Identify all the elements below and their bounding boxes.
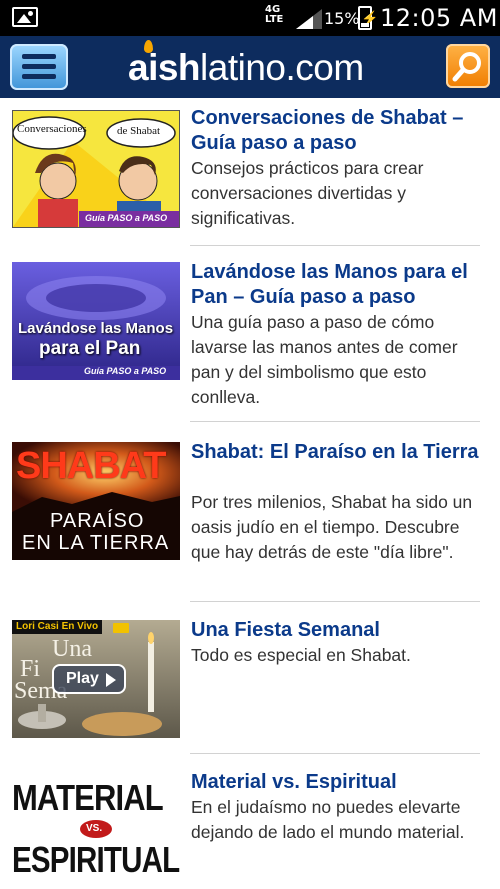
article-title[interactable]: Una Fiesta Semanal: [191, 618, 491, 643]
article-description: Por tres milenios, Shabat ha sido un oas…: [191, 492, 473, 562]
play-icon: [106, 673, 116, 687]
thumb-banner: Guía PASO a PASO: [84, 366, 167, 376]
thumb-bubble-text: de Shabat: [117, 125, 161, 137]
list-item[interactable]: MATERIAL VS. ESPIRITUAL Material vs. Esp…: [0, 754, 500, 889]
article-description: Todo es especial en Shabat.: [191, 645, 411, 665]
battery-charging-icon: ⚡: [358, 6, 378, 30]
thumb-text: EN LA TIERRA: [22, 532, 170, 554]
image-notification-icon: [12, 7, 38, 27]
article-title[interactable]: Conversaciones de Shabat – Guía paso a p…: [191, 106, 491, 156]
logo-bold: aish: [128, 47, 201, 88]
search-icon: [452, 52, 481, 82]
thumb-text: ESPIRITUAL: [12, 839, 180, 880]
play-button[interactable]: Play: [52, 664, 126, 694]
article-description: En el judaísmo no puedes elevarte dejand…: [191, 797, 465, 842]
article-thumbnail[interactable]: Conversaciones de Shabat Guía PASO a PAS…: [12, 110, 180, 228]
list-item[interactable]: SHABAT PARAÍSO EN LA TIERRA Shabat: El P…: [0, 422, 500, 602]
thumb-text: SHABAT: [16, 445, 167, 487]
thumb-overlay-text: Una: [52, 636, 92, 662]
list-item[interactable]: Conversaciones de Shabat Guía PASO a PAS…: [0, 98, 500, 246]
site-logo[interactable]: aishlatino.com: [128, 48, 364, 88]
article-title[interactable]: Lavándose las Manos para el Pan – Guía p…: [191, 260, 491, 310]
battery-percent: 15%: [324, 9, 360, 28]
app-header: aishlatino.com: [0, 36, 500, 98]
thumb-badge: Lori Casi En Vivo: [12, 620, 103, 634]
status-bar: 4G LTE 15% ⚡ 12:05 AM: [0, 0, 500, 36]
thumb-text: para el Pan: [39, 338, 141, 359]
menu-button[interactable]: [10, 44, 68, 90]
hamburger-line: [22, 64, 56, 69]
thumb-banner: Guía PASO a PASO: [85, 213, 168, 223]
article-description: Consejos prácticos para crear conversaci…: [191, 158, 424, 228]
article-title[interactable]: Shabat: El Paraíso en la Tierra: [191, 440, 491, 465]
signal-strength-icon: [296, 9, 322, 29]
network-type: 4G LTE: [265, 4, 284, 25]
play-label: Play: [66, 670, 99, 687]
thumb-text: PARAÍSO: [50, 510, 145, 532]
article-description: Una guía paso a paso de cómo lavarse las…: [191, 312, 458, 407]
article-title[interactable]: Material vs. Espiritual: [191, 770, 491, 795]
thumb-text: MATERIAL: [12, 777, 164, 818]
article-thumbnail[interactable]: Lori Casi En Vivo Una Fi Sema Play: [12, 620, 180, 738]
article-thumbnail[interactable]: SHABAT PARAÍSO EN LA TIERRA: [12, 442, 180, 560]
list-item[interactable]: Lori Casi En Vivo Una Fi Sema Play Una F…: [0, 602, 500, 754]
article-thumbnail[interactable]: Lavándose las Manos para el Pan Guía PAS…: [12, 262, 180, 380]
vs-badge: VS.: [80, 820, 112, 838]
logo-rest: latino.com: [200, 47, 364, 88]
clock: 12:05 AM: [380, 4, 498, 32]
thumb-text: Lavándose las Manos: [18, 320, 174, 337]
article-thumbnail[interactable]: MATERIAL VS. ESPIRITUAL: [12, 774, 180, 889]
thumb-bubble-text: Conversaciones: [17, 123, 87, 135]
search-button[interactable]: [446, 44, 490, 88]
vs-text: VS.: [86, 823, 103, 834]
hamburger-menu-icon: [22, 54, 56, 59]
list-item[interactable]: Lavándose las Manos para el Pan Guía PAS…: [0, 246, 500, 422]
hamburger-line: [22, 74, 56, 79]
video-camera-icon: [113, 623, 129, 633]
